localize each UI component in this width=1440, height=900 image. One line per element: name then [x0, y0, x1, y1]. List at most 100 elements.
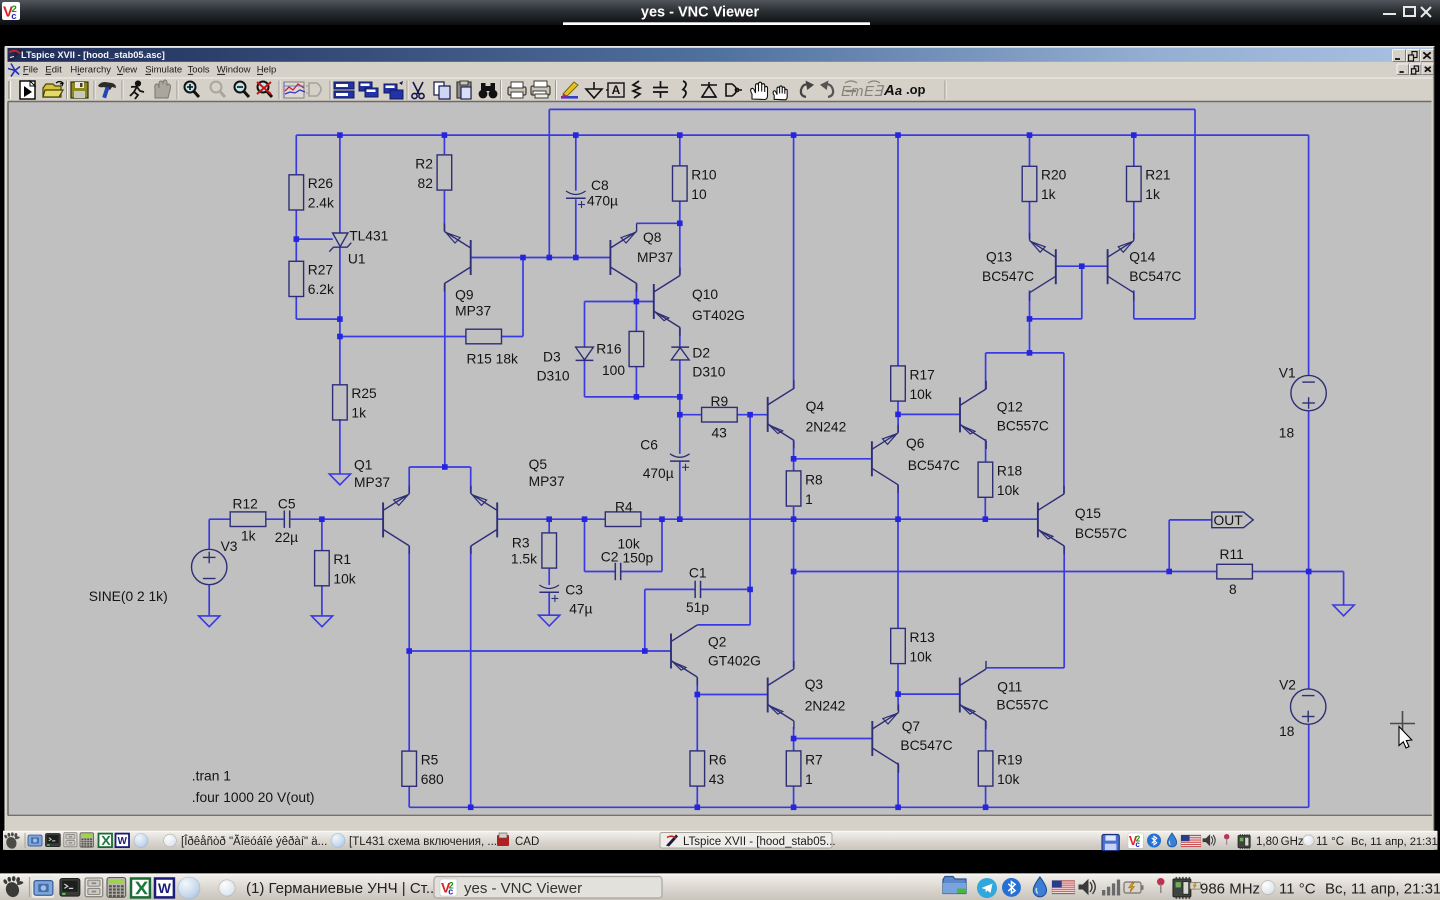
svg-text:R18: R18 — [997, 464, 1023, 479]
svg-text:10k: 10k — [997, 772, 1019, 787]
svg-text:680: 680 — [421, 772, 444, 787]
svg-text:R19: R19 — [997, 752, 1023, 767]
svg-text:11 °C: 11 °C — [1316, 836, 1344, 848]
svg-text:10k: 10k — [910, 387, 932, 402]
svg-text:BC557C: BC557C — [997, 418, 1049, 433]
svg-text:BC547C: BC547C — [982, 269, 1034, 284]
svg-text:1: 1 — [805, 772, 813, 787]
svg-text:GT402G: GT402G — [708, 653, 761, 668]
svg-text:11 °C: 11 °C — [1279, 881, 1316, 898]
svg-text:W: W — [118, 836, 128, 847]
svg-text:C2: C2 — [601, 549, 619, 564]
svg-text:Q3: Q3 — [805, 677, 824, 692]
svg-text:File: File — [23, 65, 38, 76]
svg-text:R2: R2 — [415, 156, 433, 171]
svg-text:1k: 1k — [1041, 187, 1056, 202]
svg-text:150p: 150p — [623, 550, 654, 565]
svg-text:(1) Германиевые УНЧ | Ст...: (1) Германиевые УНЧ | Ст... — [246, 880, 438, 897]
svg-text:43: 43 — [709, 772, 725, 787]
svg-text:R21: R21 — [1145, 168, 1170, 183]
svg-text:R26: R26 — [308, 176, 334, 191]
svg-text:BC547C: BC547C — [908, 458, 960, 473]
svg-text:View: View — [117, 65, 138, 76]
svg-text:R1: R1 — [333, 552, 351, 567]
svg-text:2.4k: 2.4k — [308, 196, 334, 211]
svg-text:470µ: 470µ — [643, 466, 674, 481]
svg-text:R12: R12 — [233, 497, 258, 512]
svg-text:C5: C5 — [278, 496, 296, 511]
svg-text:6.2k: 6.2k — [308, 282, 334, 297]
svg-text:LTspice XVII - [hood_stab05...: LTspice XVII - [hood_stab05... — [683, 836, 836, 848]
svg-text:BC547C: BC547C — [900, 738, 952, 753]
svg-text:yes - VNC Viewer: yes - VNC Viewer — [464, 880, 582, 897]
svg-text:Q1: Q1 — [354, 457, 372, 472]
svg-text:MP37: MP37 — [529, 474, 565, 489]
svg-text:D310: D310 — [537, 368, 570, 383]
svg-text:C1: C1 — [689, 565, 707, 580]
svg-text:2N242: 2N242 — [805, 698, 846, 713]
svg-text:R15 18k: R15 18k — [467, 352, 518, 367]
svg-text:51p: 51p — [686, 600, 709, 615]
svg-text:V2: V2 — [1279, 678, 1296, 693]
svg-text:c: c — [448, 887, 453, 897]
svg-text:Q10: Q10 — [692, 287, 718, 302]
svg-text:CAD: CAD — [515, 836, 539, 848]
svg-text:R11: R11 — [1220, 547, 1244, 562]
svg-text:U1: U1 — [348, 252, 366, 267]
svg-text:Q9: Q9 — [455, 287, 474, 302]
svg-text:MP37: MP37 — [455, 303, 491, 318]
svg-text:TL431: TL431 — [349, 229, 388, 244]
svg-text:18: 18 — [1279, 724, 1295, 739]
svg-text:Q6: Q6 — [906, 436, 925, 451]
svg-text:Q14: Q14 — [1129, 249, 1155, 264]
svg-text:R13: R13 — [910, 630, 936, 645]
svg-text:SINE(0 2 1k): SINE(0 2 1k) — [89, 589, 168, 604]
svg-text:1.5k: 1.5k — [511, 551, 537, 566]
svg-text:10k: 10k — [910, 649, 932, 664]
svg-text:V1: V1 — [1279, 365, 1296, 380]
svg-text:Q11: Q11 — [997, 679, 1022, 694]
svg-text:Edit: Edit — [45, 65, 62, 76]
svg-text:C8: C8 — [591, 178, 609, 193]
svg-text:BC557C: BC557C — [996, 697, 1048, 712]
svg-text:1: 1 — [805, 492, 813, 507]
svg-text:R7: R7 — [805, 752, 823, 767]
svg-text:yes - VNC Viewer: yes - VNC Viewer — [641, 5, 760, 21]
svg-text:.four 1000 20 V(out): .four 1000 20 V(out) — [192, 790, 315, 805]
svg-text:R10: R10 — [691, 167, 717, 182]
svg-text:R5: R5 — [421, 753, 439, 768]
svg-text:c: c — [11, 11, 16, 22]
svg-text:R4: R4 — [615, 499, 633, 514]
svg-text:Q15: Q15 — [1075, 506, 1101, 521]
svg-text:R3: R3 — [512, 535, 530, 550]
svg-text:R6: R6 — [709, 752, 727, 767]
svg-text:Q8: Q8 — [643, 230, 662, 245]
svg-text:OUT: OUT — [1214, 513, 1244, 528]
svg-text:[TL431 схема включения, ...: [TL431 схема включения, ... — [349, 836, 497, 848]
svg-text:GT402G: GT402G — [692, 308, 745, 323]
svg-text:22µ: 22µ — [275, 530, 298, 545]
svg-text:Q13: Q13 — [986, 249, 1012, 264]
svg-text:C3: C3 — [565, 583, 583, 598]
svg-text:D2: D2 — [692, 345, 710, 360]
svg-text:W: W — [158, 881, 171, 896]
svg-text:10k: 10k — [618, 536, 640, 551]
svg-text:R25: R25 — [351, 386, 377, 401]
svg-text:BC547C: BC547C — [1129, 269, 1181, 284]
svg-text:986 MHz: 986 MHz — [1200, 881, 1260, 898]
svg-text:Window: Window — [217, 65, 251, 76]
svg-text:1k: 1k — [241, 528, 256, 543]
svg-text:.op: .op — [906, 82, 926, 97]
svg-text:1,80 GHz: 1,80 GHz — [1256, 836, 1304, 848]
svg-text:.tran 1: .tran 1 — [192, 768, 231, 783]
svg-text:8: 8 — [1229, 582, 1237, 597]
svg-text:LTspice XVII - [hood_stab05.as: LTspice XVII - [hood_stab05.asc] — [21, 50, 165, 60]
svg-text:18: 18 — [1279, 426, 1295, 441]
svg-text:D310: D310 — [692, 365, 725, 380]
svg-text:82: 82 — [418, 176, 433, 191]
svg-text:100: 100 — [602, 363, 625, 378]
svg-text:Simulate: Simulate — [145, 65, 182, 76]
svg-text:A: A — [612, 83, 621, 97]
svg-text:47µ: 47µ — [569, 602, 592, 617]
svg-text:Вс, 11 апр, 21:31: Вс, 11 апр, 21:31 — [1351, 836, 1438, 848]
